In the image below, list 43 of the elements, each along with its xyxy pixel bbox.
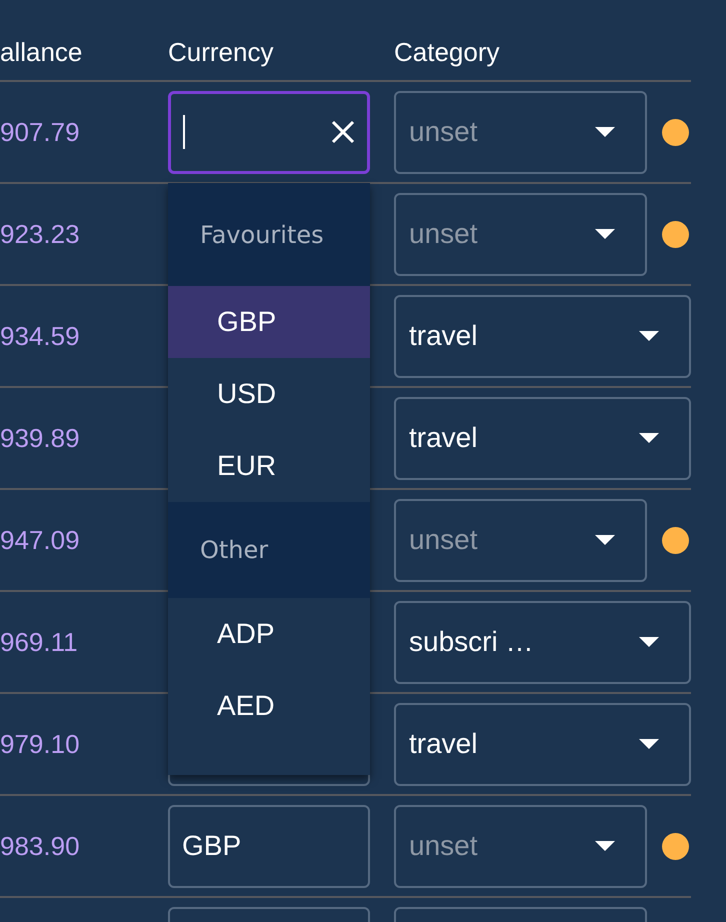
currency-field[interactable]: GBP [168,804,370,888]
balance-amount: 934.59 [0,320,80,350]
category-select[interactable]: travel [394,702,691,786]
status-dot [662,220,689,248]
category-select[interactable]: subscri … [394,600,691,684]
dropdown-arrow-icon [595,535,615,545]
dropdown-arrow-icon [639,637,659,647]
balance-amount: 947.09 [0,524,80,554]
dropdown-arrow-icon [639,331,659,341]
dropdown-arrow-icon [595,127,615,137]
column-header: Currency [168,37,274,69]
category-select[interactable]: travel [394,396,691,480]
currency-input[interactable]: GBP [182,830,356,862]
balance-amount: 983.90 [0,830,80,860]
category-select[interactable]: travel [394,294,691,378]
balance-amount: 907.79 [0,116,80,146]
balance-amount: 969.11 [0,626,78,656]
currency-option[interactable]: GBP [168,286,370,358]
balance-amount: 923.23 [0,218,80,248]
column-header: allance [0,37,82,69]
status-dot [662,526,689,554]
group-label: Other [200,536,268,564]
status-dot [662,832,689,860]
dropdown-arrow-icon [595,229,615,239]
currency-option[interactable]: AED [168,670,370,742]
category-select[interactable]: unset [394,192,647,276]
currency-field[interactable] [168,90,370,174]
currency-option[interactable]: EUR [168,430,370,502]
column-header: Category [394,37,500,69]
dropdown-arrow-icon [639,433,659,443]
dropdown-arrow-icon [639,739,659,749]
balance-amount: 939.89 [0,422,80,452]
clear-icon[interactable] [331,120,355,144]
status-dot [662,118,689,146]
category-select[interactable]: unset [394,804,647,888]
category-select[interactable]: unset [394,90,647,174]
group-label: Favourites [200,220,324,248]
dropdown-arrow-icon [595,841,615,851]
category-select[interactable]: unset [394,498,647,582]
balance-amount: 979.10 [0,728,80,758]
currency-option[interactable]: USD [168,358,370,430]
currency-option[interactable]: ADP [168,598,370,670]
text-cursor [183,115,185,149]
